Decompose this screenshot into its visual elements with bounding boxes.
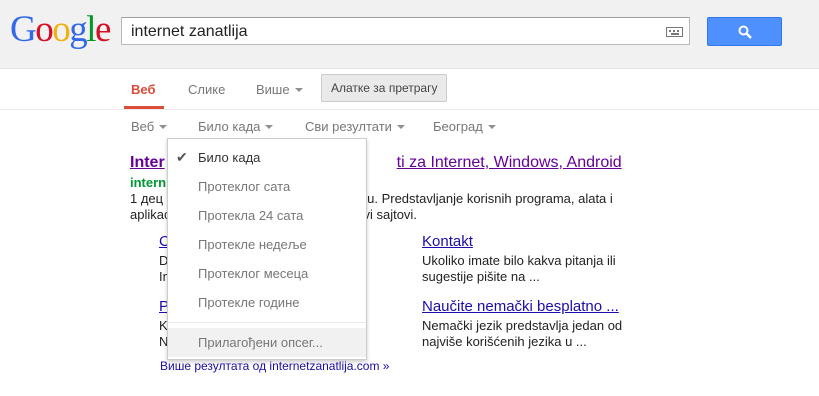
- logo-letter: o: [35, 9, 54, 50]
- filter-location-label: Београд: [433, 119, 483, 134]
- menu-item-past-24h[interactable]: Протекла 24 сата: [168, 201, 366, 230]
- result-title-right: ti za Internet, Windows, Android: [396, 154, 622, 171]
- chevron-down-icon: [159, 125, 168, 129]
- tab-more-label: Више: [256, 82, 290, 97]
- menu-item-past-month[interactable]: Протеклог месеца: [168, 259, 366, 288]
- filter-type-label: Веб: [131, 119, 155, 134]
- filter-bar: Веб Било када Сви резултати Београд: [0, 110, 819, 140]
- filter-type[interactable]: Веб: [131, 119, 168, 134]
- snippet-left: aplikac: [130, 207, 171, 222]
- time-filter-menu: ✔ Било када Протеклог сата Протекла 24 са…: [167, 138, 367, 360]
- sitelink-line: sugestije pišite na ...: [422, 269, 540, 284]
- sitelink-german[interactable]: Naučite nemački besplatno ...: [422, 298, 619, 315]
- snippet-right: vi sajtovi.: [363, 207, 417, 222]
- logo-letter: G: [10, 9, 37, 50]
- google-logo[interactable]: Google: [10, 9, 111, 50]
- result-url: intern: [130, 175, 167, 190]
- keyboard-icon[interactable]: [666, 27, 683, 37]
- search-tools-button[interactable]: Алатке за претрагу: [321, 74, 448, 102]
- filter-time[interactable]: Било када: [198, 119, 274, 134]
- result-title-left: Inter: [130, 154, 165, 171]
- search-tabs: Веб Слике Више Алатке за претрагу: [0, 69, 819, 110]
- chevron-down-icon: [396, 125, 405, 129]
- logo-letter: l: [86, 9, 96, 50]
- menu-item-label: Било када: [198, 150, 261, 165]
- chevron-down-icon: [487, 125, 496, 129]
- tab-web[interactable]: Веб: [131, 82, 155, 97]
- menu-item-past-hour[interactable]: Протеклог сата: [168, 172, 366, 201]
- menu-divider: [168, 322, 366, 323]
- active-tab-indicator: [124, 106, 164, 109]
- filter-results-label: Сви резултати: [305, 119, 392, 134]
- more-results-link[interactable]: Више резултата од internetzanatlija.com …: [160, 359, 389, 373]
- sitelink-line: Ukoliko imate bilo kakva pitanja ili: [422, 253, 616, 268]
- header-bar: Google internet zanatlija: [0, 0, 819, 69]
- search-input[interactable]: internet zanatlija: [121, 17, 690, 45]
- search-query-text[interactable]: internet zanatlija: [131, 23, 248, 41]
- tab-images[interactable]: Слике: [188, 82, 225, 97]
- sitelink-line: Nemački jezik predstavlja jedan od: [422, 318, 623, 333]
- menu-item-custom-range[interactable]: Прилагођени опсег...: [168, 328, 366, 357]
- logo-letter: o: [52, 9, 71, 50]
- logo-letter: e: [95, 9, 111, 50]
- filter-location[interactable]: Београд: [433, 119, 496, 134]
- tab-more[interactable]: Више: [256, 82, 303, 97]
- menu-item-past-year[interactable]: Протекле године: [168, 288, 366, 317]
- chevron-down-icon: [294, 88, 303, 92]
- sitelink-line: najviše korišćenih jezika u ...: [422, 334, 587, 349]
- snippet-left: 1 дец: [130, 191, 164, 206]
- chevron-down-icon: [265, 125, 274, 129]
- search-icon: [738, 25, 752, 39]
- menu-item-past-week[interactable]: Протекле недеље: [168, 230, 366, 259]
- filter-time-label: Било када: [198, 119, 261, 134]
- snippet-right: u. Predstavljanje korisnih programa, ala…: [367, 191, 613, 206]
- checkmark-icon: ✔: [176, 149, 188, 165]
- search-button[interactable]: [707, 17, 782, 46]
- filter-results[interactable]: Сви резултати: [305, 119, 405, 134]
- menu-item-any-time[interactable]: ✔ Било када: [168, 143, 366, 172]
- sitelink-kontakt[interactable]: Kontakt: [422, 233, 473, 250]
- logo-letter: g: [69, 9, 88, 50]
